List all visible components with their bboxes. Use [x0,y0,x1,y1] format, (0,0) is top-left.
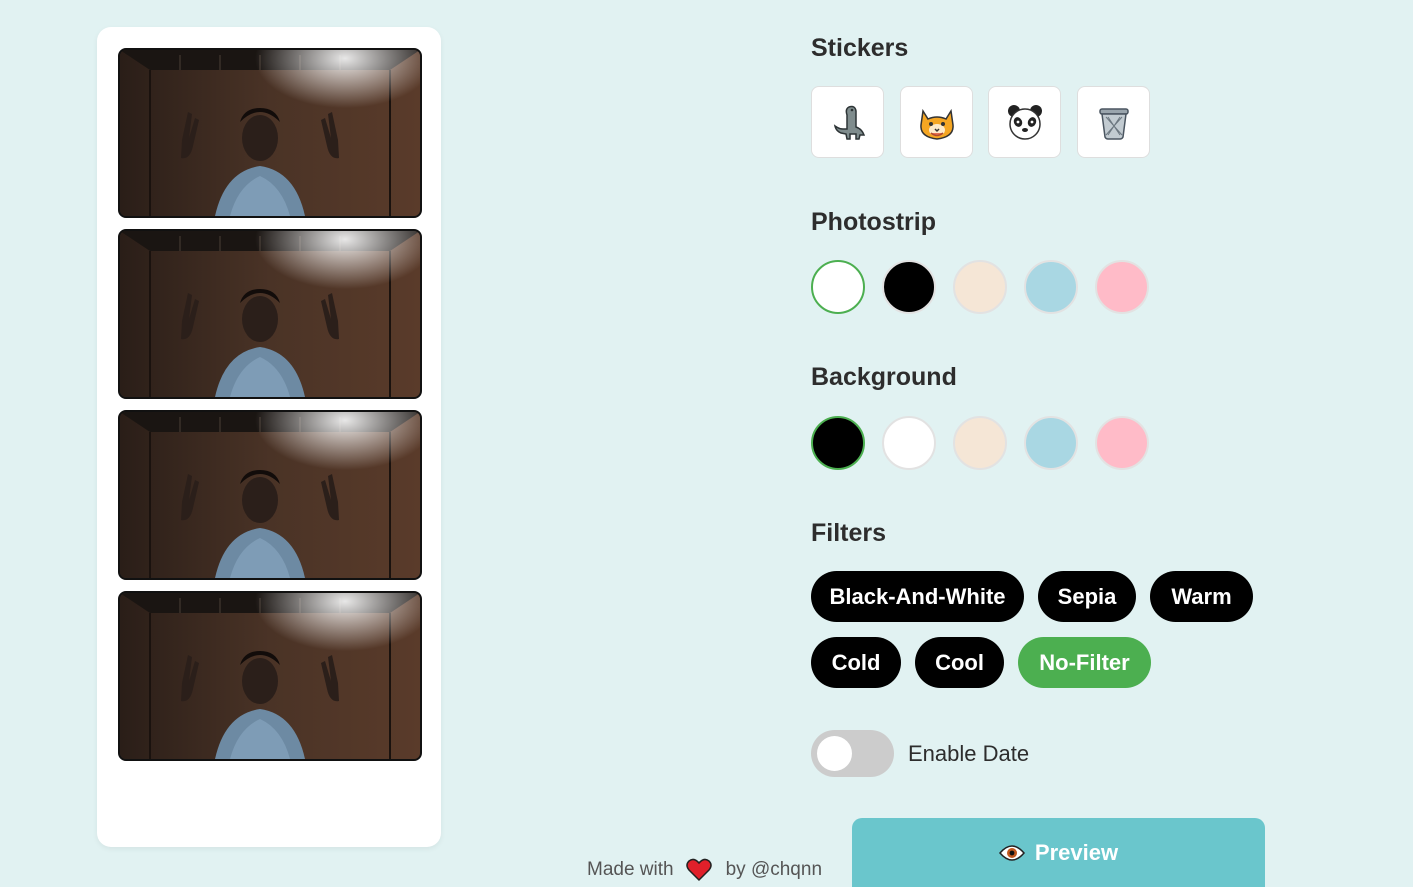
footer-made-with: Made with [587,859,674,880]
photostrip-color-swatch[interactable] [882,260,936,314]
filters-title: Filters [811,519,887,547]
filter-cold-button[interactable]: Cold [811,637,901,688]
preview-button[interactable]: Preview [852,818,1265,887]
background-title: Background [811,363,957,391]
strip-photo [118,591,422,761]
background-color-swatch[interactable] [1095,416,1149,470]
filter-sepia-button[interactable]: Sepia [1038,571,1136,622]
sticker-panda-button[interactable] [988,86,1061,158]
photostrip-color-swatch[interactable] [953,260,1007,314]
preview-label: Preview [1034,839,1119,865]
photostrip-color-swatch[interactable] [1095,260,1149,314]
sticker-cat-button[interactable] [900,86,973,158]
sticker-clear-button[interactable] [1077,86,1150,158]
strip-photo [118,410,422,580]
enable-date-label: Enable Date [908,741,1030,766]
photostrip-color-swatch[interactable] [1024,260,1078,314]
eye-icon [998,844,1025,861]
footer-author[interactable]: by @chqnn [726,859,822,881]
strip-photo [118,229,422,399]
background-color-swatch[interactable] [882,416,936,470]
filter-black-and-white-button[interactable]: Black-And-White [811,571,1024,622]
sticker-dinosaur-button[interactable] [811,86,884,158]
stickers-title: Stickers [811,34,909,62]
photostrip-color-swatch[interactable] [811,260,865,314]
photostrip-preview [97,27,441,847]
filter-cool-button[interactable]: Cool [915,637,1004,688]
background-color-swatch[interactable] [953,416,1007,470]
filter-no-filter-button[interactable]: No-Filter [1018,637,1151,688]
filter-warm-button[interactable]: Warm [1150,571,1253,622]
photostrip-title: Photostrip [811,208,936,236]
toggle-knob [817,736,852,771]
dinosaur-icon [833,105,865,140]
background-color-swatch[interactable] [1024,416,1078,470]
background-color-swatch[interactable] [811,416,865,470]
enable-date-toggle[interactable] [811,730,894,777]
panda-icon [1007,105,1042,140]
cat-icon [919,108,954,140]
strip-photo [118,48,422,218]
heart-icon [685,858,712,882]
footer-credit: Made with by @chqnn [587,858,822,882]
trash-icon [1098,108,1129,140]
